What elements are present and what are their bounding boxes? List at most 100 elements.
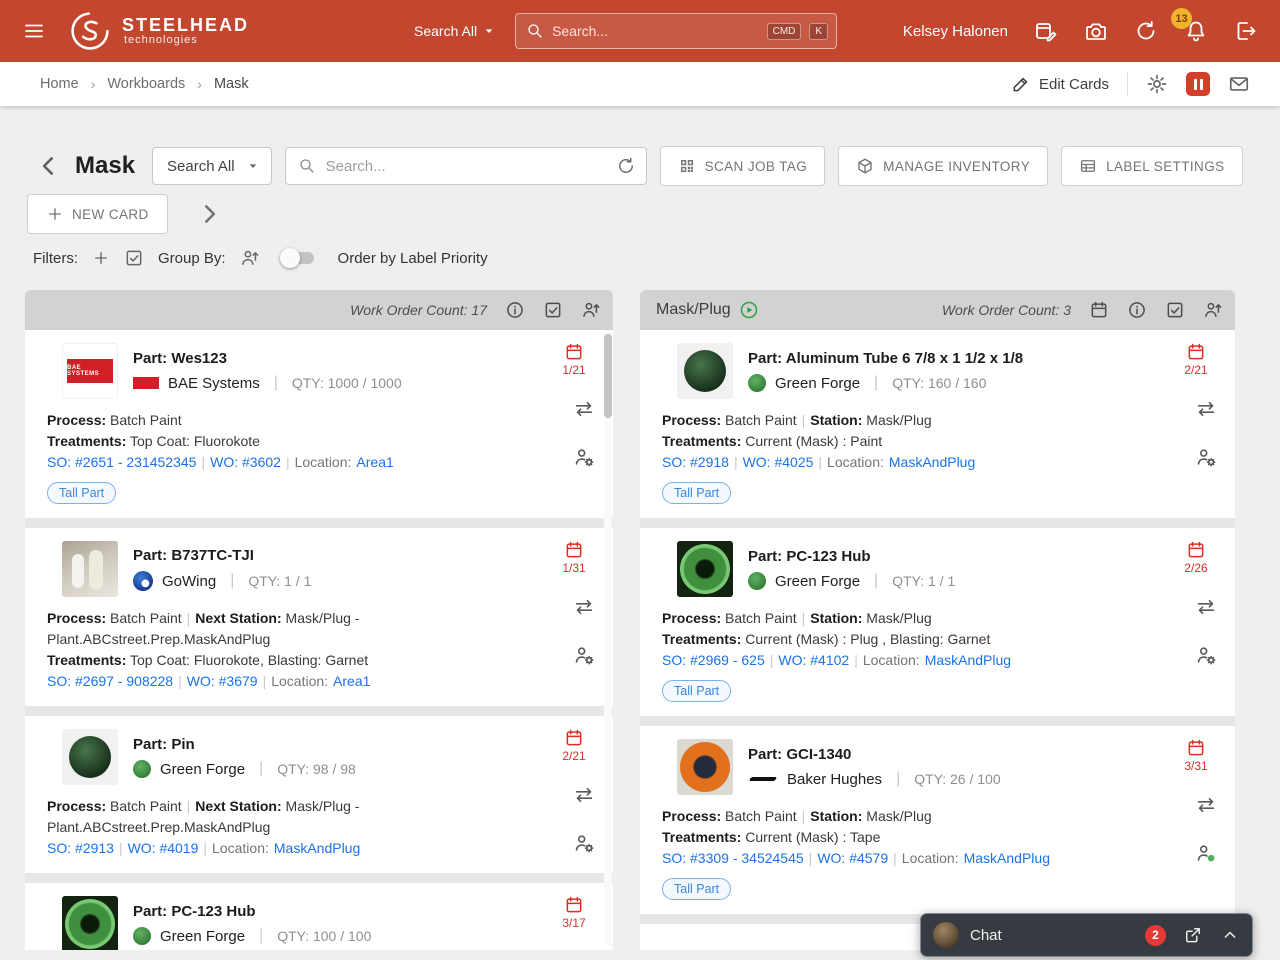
- wo-link[interactable]: WO: #4025: [743, 454, 814, 470]
- scan-job-tag-button[interactable]: SCAN JOB TAG: [660, 146, 826, 186]
- settings-gear-icon[interactable]: [1146, 73, 1168, 95]
- location-link[interactable]: Area1: [356, 454, 393, 470]
- assigned-user-icon[interactable]: [1195, 842, 1217, 864]
- wo-link[interactable]: WO: #4102: [778, 652, 849, 668]
- breadcrumb-workboards[interactable]: Workboards: [107, 76, 185, 92]
- due-date-button[interactable]: 2/21: [551, 728, 597, 763]
- multi-select-icon[interactable]: [543, 300, 563, 320]
- order-by-label-priority-toggle[interactable]: [280, 249, 318, 267]
- so-link[interactable]: SO: #2969 - 625: [662, 652, 765, 668]
- info-icon[interactable]: [1127, 300, 1147, 320]
- move-card-icon[interactable]: [1195, 794, 1217, 816]
- due-date-button[interactable]: 2/21: [1173, 342, 1219, 377]
- sort-by-person-icon[interactable]: [1203, 300, 1223, 320]
- chat-widget[interactable]: Chat 2: [920, 913, 1253, 957]
- move-card-icon[interactable]: [573, 784, 595, 806]
- hamburger-menu-icon[interactable]: [22, 19, 46, 43]
- move-card-icon[interactable]: [573, 596, 595, 618]
- move-card-icon[interactable]: [573, 398, 595, 420]
- work-order-card[interactable]: Part: Pin Green Forge | QTY: 98 / 98 2/2…: [25, 716, 613, 873]
- part-image[interactable]: [62, 896, 118, 950]
- open-in-new-icon[interactable]: [1183, 925, 1203, 945]
- tag-chip[interactable]: Tall Part: [662, 680, 731, 702]
- so-link[interactable]: SO: #2651 - 231452345: [47, 454, 196, 470]
- search-icon: [526, 22, 544, 40]
- location-link[interactable]: Area1: [333, 673, 370, 689]
- due-date-button[interactable]: 1/21: [551, 342, 597, 377]
- wo-link[interactable]: WO: #4019: [128, 840, 199, 856]
- assign-user-icon[interactable]: [573, 644, 595, 666]
- part-image[interactable]: [62, 541, 118, 597]
- camera-icon[interactable]: [1084, 19, 1108, 43]
- edit-cards-button[interactable]: Edit Cards: [1011, 74, 1109, 94]
- due-date-button[interactable]: 3/31: [1173, 738, 1219, 773]
- board-search-scope-select[interactable]: Search All: [152, 147, 272, 185]
- chevron-up-icon[interactable]: [1220, 925, 1240, 945]
- notifications-bell-icon[interactable]: 13: [1184, 19, 1208, 43]
- topbar-search-input[interactable]: [552, 23, 759, 39]
- info-icon[interactable]: [505, 300, 525, 320]
- due-date-button[interactable]: 1/31: [551, 540, 597, 575]
- calendar-icon[interactable]: [1089, 300, 1109, 320]
- wo-link[interactable]: WO: #4579: [817, 850, 888, 866]
- scrollbar-thumb[interactable]: [604, 334, 612, 418]
- location-link[interactable]: MaskAndPlug: [274, 840, 360, 856]
- board-search-input[interactable]: [326, 158, 606, 175]
- work-order-card[interactable]: Part: PC-123 Hub Green Forge | QTY: 1 / …: [640, 528, 1235, 716]
- mail-icon[interactable]: [1228, 73, 1250, 95]
- card-gap: [640, 518, 1235, 528]
- play-icon[interactable]: [739, 300, 759, 320]
- tag-chip[interactable]: Tall Part: [662, 878, 731, 900]
- back-chevron-icon[interactable]: [36, 153, 62, 179]
- move-card-icon[interactable]: [1195, 596, 1217, 618]
- manage-inventory-button[interactable]: MANAGE INVENTORY: [838, 146, 1048, 186]
- refresh-icon[interactable]: [1134, 19, 1158, 43]
- topbar: STEELHEAD technologies Search All CMD K …: [0, 0, 1280, 62]
- user-menu[interactable]: Kelsey Halonen: [903, 23, 1008, 40]
- logout-icon[interactable]: [1234, 19, 1258, 43]
- brand-logo[interactable]: STEELHEAD technologies: [68, 9, 249, 53]
- assign-user-icon[interactable]: [1195, 644, 1217, 666]
- due-date-button[interactable]: 2/26: [1173, 540, 1219, 575]
- work-order-card[interactable]: Part: B737TC-TJI GoWing | QTY: 1 / 1 1/3…: [25, 528, 613, 706]
- part-image[interactable]: [677, 343, 733, 399]
- assign-user-icon[interactable]: [573, 446, 595, 468]
- location-link[interactable]: MaskAndPlug: [964, 850, 1050, 866]
- so-link[interactable]: SO: #3309 - 34524545: [662, 850, 804, 866]
- label-settings-button[interactable]: LABEL SETTINGS: [1061, 146, 1242, 186]
- assign-user-icon[interactable]: [573, 832, 595, 854]
- wo-link[interactable]: WO: #3679: [187, 673, 258, 689]
- wo-link[interactable]: WO: #3602: [210, 454, 281, 470]
- topbar-search-scope-select[interactable]: Search All: [414, 23, 497, 39]
- location-link[interactable]: MaskAndPlug: [925, 652, 1011, 668]
- search-refresh-icon[interactable]: [616, 156, 636, 176]
- work-order-card[interactable]: Part: GCI-1340 Baker Hughes | QTY: 26 / …: [640, 726, 1235, 914]
- so-link[interactable]: SO: #2918: [662, 454, 729, 470]
- work-order-card[interactable]: BAE SYSTEMS Part: Wes123 BAE Systems | Q…: [25, 330, 613, 518]
- move-card-icon[interactable]: [1195, 398, 1217, 420]
- location-link[interactable]: MaskAndPlug: [889, 454, 975, 470]
- new-card-button[interactable]: NEW CARD: [27, 194, 168, 234]
- part-image[interactable]: BAE SYSTEMS: [62, 343, 118, 399]
- multi-select-icon[interactable]: [1165, 300, 1185, 320]
- so-link[interactable]: SO: #2913: [47, 840, 114, 856]
- breadcrumb-home[interactable]: Home: [40, 76, 79, 92]
- multi-select-icon[interactable]: [124, 248, 144, 268]
- due-date-button[interactable]: 3/17: [551, 895, 597, 930]
- add-filter-icon[interactable]: [92, 249, 110, 267]
- part-image[interactable]: [677, 739, 733, 795]
- work-order-card[interactable]: Part: Aluminum Tube 6 7/8 x 1 1/2 x 1/8 …: [640, 330, 1235, 518]
- part-image[interactable]: [677, 541, 733, 597]
- work-order-card[interactable]: Part: PC-123 Hub Green Forge | QTY: 100 …: [25, 883, 613, 950]
- so-link[interactable]: SO: #2697 - 908228: [47, 673, 173, 689]
- sort-by-person-icon[interactable]: [240, 248, 260, 268]
- sort-by-person-icon[interactable]: [581, 300, 601, 320]
- assign-user-icon[interactable]: [1195, 446, 1217, 468]
- expand-chevron-icon[interactable]: [196, 201, 222, 227]
- tag-chip[interactable]: Tall Part: [47, 482, 116, 504]
- part-image[interactable]: [62, 729, 118, 785]
- schedule-edit-icon[interactable]: [1034, 19, 1058, 43]
- chat-avatar: [933, 922, 959, 948]
- pause-columns-icon[interactable]: [1186, 72, 1210, 96]
- tag-chip[interactable]: Tall Part: [662, 482, 731, 504]
